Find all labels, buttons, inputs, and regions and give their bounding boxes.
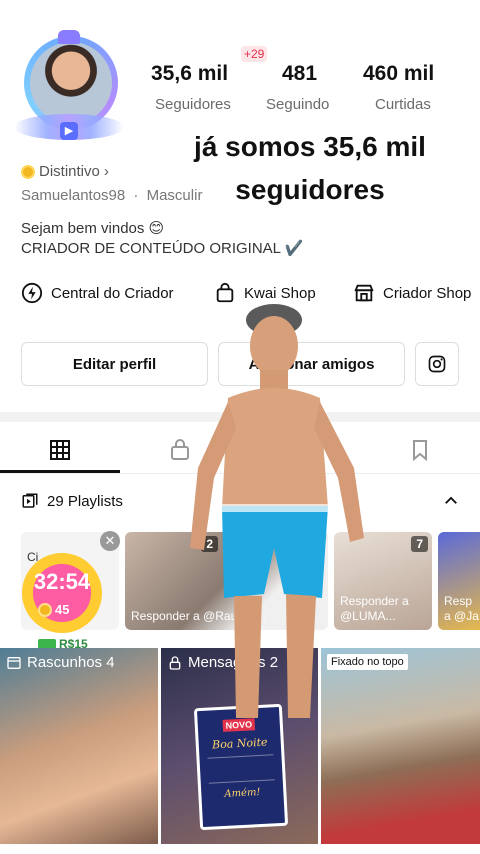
separator-dot: · — [133, 187, 139, 204]
followers-delta-badge: +29 — [241, 46, 268, 62]
avatar-crown-icon — [58, 30, 80, 44]
tab-saved[interactable] — [360, 430, 480, 470]
kwai-badge-icon: ▶ — [60, 122, 78, 140]
drafts-label-row: Rascunhos 4 — [6, 654, 115, 671]
lock-icon — [169, 655, 181, 670]
followers-count: 35,6 mil — [151, 62, 229, 85]
prayer-card-footer: Amém! — [224, 787, 261, 800]
likes-count[interactable]: 460 mil — [363, 62, 434, 86]
bookmark-icon — [413, 440, 427, 462]
grid-icon — [50, 440, 70, 460]
badge-label: Distintivo — [39, 163, 100, 180]
following-count[interactable]: 481 — [282, 62, 317, 86]
bottom-nav-edge — [0, 844, 480, 854]
followers-stat[interactable]: 35,6 mil — [151, 62, 228, 86]
followers-label: Seguidores — [155, 96, 231, 113]
bio-line-2: CRIADOR DE CONTEÚDO ORIGINAL ✔️ — [21, 240, 304, 257]
chevron-right-icon: › — [103, 163, 109, 180]
badge-link[interactable]: Distintivo › — [21, 163, 109, 180]
lightning-circle-icon — [21, 282, 43, 304]
drafts-label: Rascunhos 4 — [27, 654, 115, 671]
avatar[interactable]: ▶ — [14, 30, 124, 142]
creator-center-link[interactable]: Central do Criador — [21, 282, 174, 304]
overlay-caption: já somos 35,6 mil seguidores — [194, 131, 426, 205]
creator-center-label: Central do Criador — [51, 284, 174, 302]
creator-shop-link[interactable]: Criador Shop — [353, 282, 471, 304]
playlists-label: 29 Playlists — [47, 492, 123, 510]
username-row: Samuelantos98 · Masculir — [21, 187, 202, 204]
edit-profile-button[interactable]: Editar perfil — [21, 342, 208, 386]
bio: Sejam bem vindos 😊 CRIADOR DE CONTEÚDO O… — [21, 219, 303, 259]
following-label: Seguindo — [266, 96, 330, 113]
gender-label: Masculir — [146, 187, 203, 204]
reward-coins: 45 — [38, 602, 69, 617]
likes-label: Curtidas — [375, 96, 431, 113]
creator-shop-label: Criador Shop — [383, 284, 472, 302]
playlist-icon — [22, 493, 38, 508]
playlist-card-text: Resp a @Ja — [444, 594, 479, 623]
bio-line-1: Sejam bem vindos 😊 — [21, 220, 165, 237]
reward-timer-time: 32:54 — [33, 569, 91, 594]
playlists-header[interactable]: 29 Playlists — [21, 492, 123, 510]
video-thumbnail-drafts[interactable]: Rascunhos 4 — [0, 648, 158, 844]
badge-coin-icon — [21, 164, 35, 179]
avatar-photo — [30, 42, 112, 124]
prayer-card-body — [207, 754, 275, 784]
username: Samuelantos98 — [21, 187, 126, 204]
close-icon[interactable]: ✕ — [100, 531, 120, 551]
playlist-card[interactable]: Resp a @Ja — [438, 532, 480, 630]
tab-posts[interactable] — [0, 430, 120, 470]
reward-coins-value: 45 — [55, 602, 70, 617]
drafts-icon — [7, 656, 21, 669]
coin-icon — [38, 602, 52, 617]
chevron-up-icon[interactable] — [442, 492, 460, 515]
prayer-card-heading: Boa Noite — [211, 735, 268, 752]
instagram-button[interactable] — [415, 342, 459, 386]
playlist-card-count: 7 — [411, 536, 428, 552]
instagram-icon — [428, 355, 446, 373]
dancing-person-sticker — [190, 304, 364, 718]
